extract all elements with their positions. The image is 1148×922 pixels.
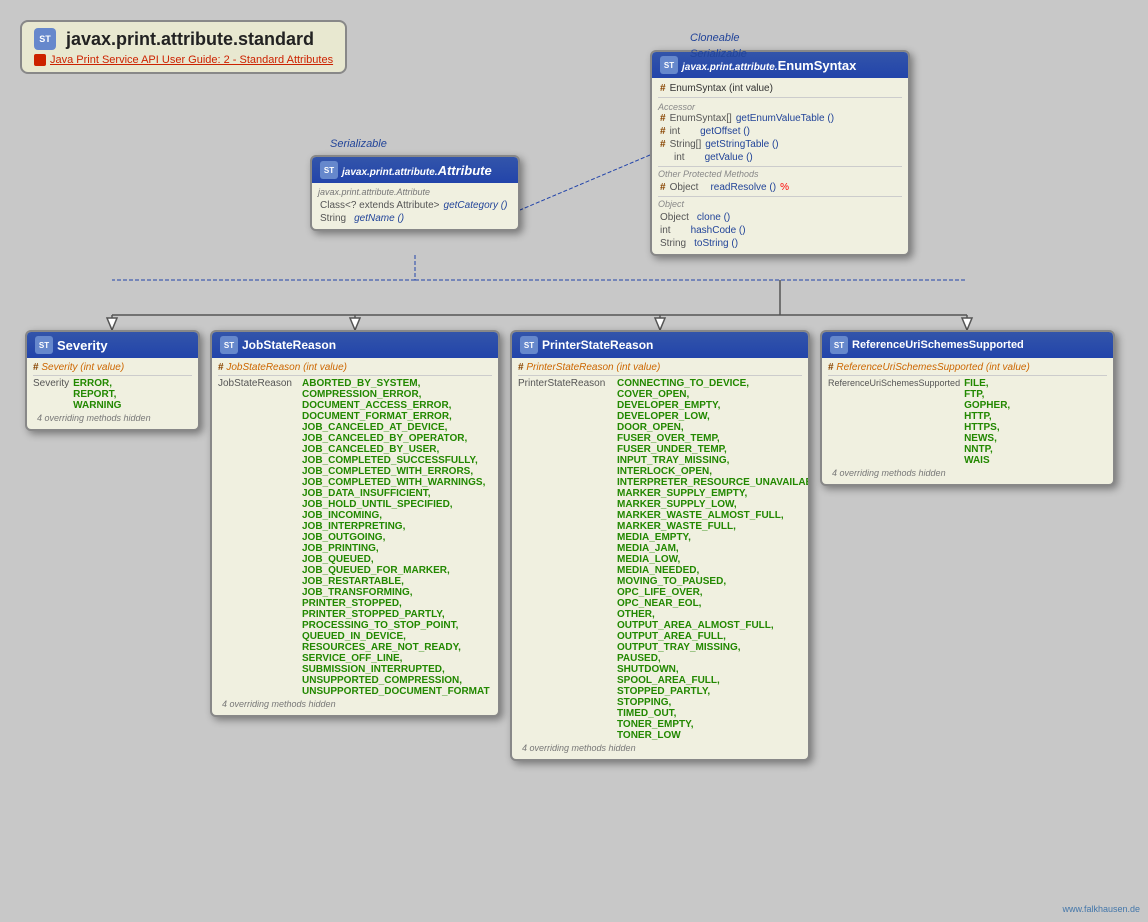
attr-package: javax.print.attribute.	[342, 167, 438, 178]
cloneable-label: Cloneable	[690, 32, 740, 44]
printerstate-icon: ST	[520, 336, 538, 354]
printerstate-classname: PrinterStateReason	[542, 338, 653, 352]
object-label: Object	[658, 199, 902, 209]
refuri-constants: FILE, FTP, GOPHER, HTTP, HTTPS, NEWS, NN…	[964, 378, 1010, 466]
other-protected-label: Other Protected Methods	[658, 169, 902, 179]
diagram-container: ST javax.print.attribute.standard Java P…	[0, 0, 1148, 922]
jobstate-constants: ABORTED_BY_SYSTEM, COMPRESSION_ERROR, DO…	[302, 378, 490, 697]
printerstate-hidden: 4 overriding methods hidden	[518, 741, 802, 755]
job-state-reason-card: ST JobStateReason # JobStateReason (int …	[210, 330, 500, 717]
severity-card: ST Severity # Severity (int value) Sever…	[25, 330, 200, 431]
title-card: ST javax.print.attribute.standard Java P…	[20, 20, 347, 74]
severity-classname: Severity	[57, 338, 108, 353]
printer-state-reason-card: ST PrinterStateReason # PrinterStateReas…	[510, 330, 810, 761]
severity-header: ST Severity	[27, 332, 198, 358]
refuri-body: # ReferenceUriSchemesSupported (int valu…	[822, 358, 1113, 484]
package-title: javax.print.attribute.standard	[66, 29, 314, 50]
enum-syntax-body: # EnumSyntax (int value) Accessor #EnumS…	[652, 78, 908, 254]
enum-constructor-row: # EnumSyntax (int value)	[658, 82, 902, 95]
attribute-header: ST javax.print.attribute.Attribute	[312, 157, 518, 183]
severity-body: # Severity (int value) Severity ERROR, R…	[27, 358, 198, 429]
reference-uri-card: ST ReferenceUriSchemesSupported # Refere…	[820, 330, 1115, 486]
attr-interface-label: javax.print.attribute.Attribute	[318, 187, 512, 197]
attr-icon: ST	[320, 161, 338, 179]
enum-constructor: EnumSyntax (int value)	[670, 83, 773, 94]
severity-icon: ST	[35, 336, 53, 354]
jobstate-header: ST JobStateReason	[212, 332, 498, 358]
attribute-card: ST javax.print.attribute.Attribute javax…	[310, 155, 520, 231]
link-icon	[34, 54, 46, 66]
serializable-attr-label: Serializable	[330, 138, 387, 150]
enum-icon: ST	[660, 56, 678, 74]
jobstate-icon: ST	[220, 336, 238, 354]
refuri-hidden: 4 overriding methods hidden	[828, 466, 1107, 480]
enum-syntax-card: ST javax.print.attribute.EnumSyntax # En…	[650, 50, 910, 256]
jobstate-hidden: 4 overriding methods hidden	[218, 697, 492, 711]
printerstate-constants: CONNECTING_TO_DEVICE, COVER_OPEN, DEVELO…	[617, 378, 810, 741]
accessor-label: Accessor	[658, 102, 902, 112]
serializable-top-label: Serializable	[690, 48, 747, 60]
printerstate-header: ST PrinterStateReason	[512, 332, 808, 358]
refuri-header: ST ReferenceUriSchemesSupported	[822, 332, 1113, 358]
refuri-icon: ST	[830, 336, 848, 354]
package-icon: ST	[34, 28, 56, 50]
enum-classname: EnumSyntax	[778, 58, 857, 73]
watermark: www.falkhausen.de	[1062, 904, 1140, 914]
jobstate-classname: JobStateReason	[242, 338, 336, 352]
attr-classname: Attribute	[438, 163, 492, 178]
enum-package: javax.print.attribute.	[682, 62, 778, 73]
package-link[interactable]: Java Print Service API User Guide: 2 - S…	[50, 54, 333, 66]
severity-hidden: 4 overriding methods hidden	[33, 411, 192, 425]
printerstate-body: # PrinterStateReason (int value) Printer…	[512, 358, 808, 759]
attribute-body: javax.print.attribute.Attribute Class<? …	[312, 183, 518, 229]
refuri-classname: ReferenceUriSchemesSupported	[852, 339, 1024, 351]
jobstate-body: # JobStateReason (int value) JobStateRea…	[212, 358, 498, 715]
